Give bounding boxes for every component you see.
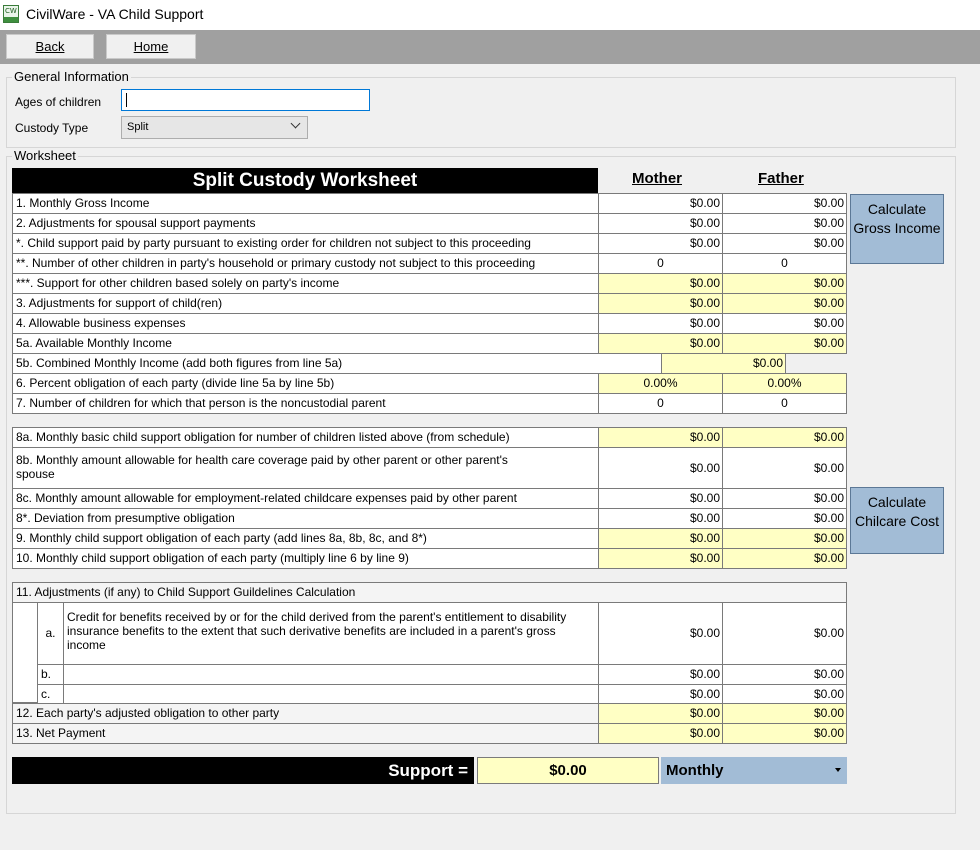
row-label: 4. Allowable business expenses [12, 313, 599, 334]
mother-value[interactable]: 0 [598, 393, 723, 414]
back-button[interactable]: Back [6, 34, 94, 59]
row-label: 8b. Monthly amount allowable for health … [12, 447, 599, 489]
adjustment-b-description-input[interactable] [63, 664, 599, 685]
general-information-label: General Information [12, 69, 131, 84]
father-value: $0.00 [722, 273, 847, 294]
calculate-childcare-cost-button[interactable]: Calculate Chilcare Cost [850, 487, 944, 554]
mother-value[interactable]: $0.00 [598, 447, 723, 489]
row-label: 10. Monthly child support obligation of … [12, 548, 599, 569]
row-label: 9. Monthly child support obligation of e… [12, 528, 599, 549]
row-label: 12. Each party's adjusted obligation to … [12, 703, 599, 724]
adjustments-indent [12, 602, 38, 703]
father-value[interactable]: $0.00 [722, 684, 847, 704]
father-value: $0.00 [722, 333, 847, 354]
custody-type-value: Split [127, 121, 149, 133]
civilware-app-icon: CW [3, 5, 19, 23]
row-letter: b. [37, 664, 64, 685]
row-label: 2. Adjustments for spousal support payme… [12, 213, 599, 234]
row-label: ***. Support for other children based so… [12, 273, 599, 294]
support-label: Support = [12, 757, 474, 784]
worksheet-title: Split Custody Worksheet [12, 168, 598, 193]
mother-column-header: Mother [632, 170, 682, 187]
father-value[interactable]: $0.00 [722, 664, 847, 685]
chevron-down-icon [290, 118, 301, 129]
mother-value: $0.00 [598, 703, 723, 724]
row-label: **. Number of other children in party's … [12, 253, 599, 274]
row-letter: a. [37, 602, 64, 665]
custody-type-label: Custody Type [15, 121, 89, 135]
father-value: $0.00 [722, 528, 847, 549]
home-button[interactable]: Home [106, 34, 196, 59]
mother-value[interactable]: $0.00 [598, 313, 723, 334]
mother-value: $0.00 [598, 427, 723, 448]
father-value[interactable]: 0 [722, 253, 847, 274]
row-letter: c. [37, 684, 64, 704]
row-label: 8a. Monthly basic child support obligati… [12, 427, 599, 448]
father-value: $0.00 [722, 723, 847, 744]
row-label: 5b. Combined Monthly Income (add both fi… [12, 353, 662, 374]
row-label: *. Child support paid by party pursuant … [12, 233, 599, 254]
combined-income-value: $0.00 [661, 353, 786, 374]
mother-value: $0.00 [598, 333, 723, 354]
row-label: Credit for benefits received by or for t… [63, 602, 599, 665]
father-value[interactable]: $0.00 [722, 313, 847, 334]
mother-value[interactable]: 0 [598, 253, 723, 274]
mother-value: $0.00 [598, 528, 723, 549]
father-column-header: Father [758, 170, 804, 187]
mother-value: $0.00 [598, 273, 723, 294]
mother-value[interactable]: $0.00 [598, 602, 723, 665]
mother-value[interactable]: $0.00 [598, 233, 723, 254]
adjustment-c-description-input[interactable] [63, 684, 599, 704]
father-value[interactable]: $0.00 [722, 233, 847, 254]
mother-value[interactable]: $0.00 [598, 508, 723, 529]
toolbar: Back Home [0, 30, 980, 64]
mother-value[interactable]: $0.00 [598, 213, 723, 234]
father-value[interactable]: $0.00 [722, 447, 847, 489]
support-amount: $0.00 [477, 757, 659, 784]
father-value[interactable]: $0.00 [722, 508, 847, 529]
father-value[interactable]: $0.00 [722, 488, 847, 509]
mother-value: 0.00% [598, 373, 723, 394]
dropdown-arrow-icon [835, 768, 841, 772]
mother-value[interactable]: $0.00 [598, 193, 723, 214]
row-label: 1. Monthly Gross Income [12, 193, 599, 214]
father-value[interactable]: 0 [722, 393, 847, 414]
mother-value: $0.00 [598, 723, 723, 744]
adjustments-header: 11. Adjustments (if any) to Child Suppor… [12, 582, 847, 603]
calculate-gross-income-button[interactable]: Calculate Gross Income [850, 194, 944, 264]
row-label: 8*. Deviation from presumptive obligatio… [12, 508, 599, 529]
title-bar: CW CivilWare - VA Child Support [0, 0, 980, 30]
father-value: $0.00 [722, 548, 847, 569]
father-value[interactable]: $0.00 [722, 602, 847, 665]
ages-label: Ages of children [15, 95, 102, 109]
support-frequency-value: Monthly [666, 762, 724, 779]
row-label: 7. Number of children for which that per… [12, 393, 599, 414]
row-label: 3. Adjustments for support of child(ren) [12, 293, 599, 314]
mother-value[interactable]: $0.00 [598, 664, 723, 685]
row-label: 13. Net Payment [12, 723, 599, 744]
mother-value[interactable]: $0.00 [598, 488, 723, 509]
father-value: $0.00 [722, 293, 847, 314]
mother-value: $0.00 [598, 293, 723, 314]
father-value: $0.00 [722, 703, 847, 724]
mother-value: $0.00 [598, 548, 723, 569]
mother-value[interactable]: $0.00 [598, 684, 723, 704]
father-value: 0.00% [722, 373, 847, 394]
row-label: 5a. Available Monthly Income [12, 333, 599, 354]
row-label: 8c. Monthly amount allowable for employm… [12, 488, 599, 509]
custody-type-select[interactable]: Split [121, 116, 308, 139]
app-icon-text: CW [5, 7, 17, 15]
row-label: 6. Percent obligation of each party (div… [12, 373, 599, 394]
window-title: CivilWare - VA Child Support [26, 6, 204, 22]
support-frequency-select[interactable]: Monthly [661, 757, 847, 784]
father-value[interactable]: $0.00 [722, 213, 847, 234]
worksheet-label: Worksheet [12, 148, 78, 163]
father-value[interactable]: $0.00 [722, 193, 847, 214]
father-value: $0.00 [722, 427, 847, 448]
ages-of-children-input[interactable] [121, 89, 370, 111]
